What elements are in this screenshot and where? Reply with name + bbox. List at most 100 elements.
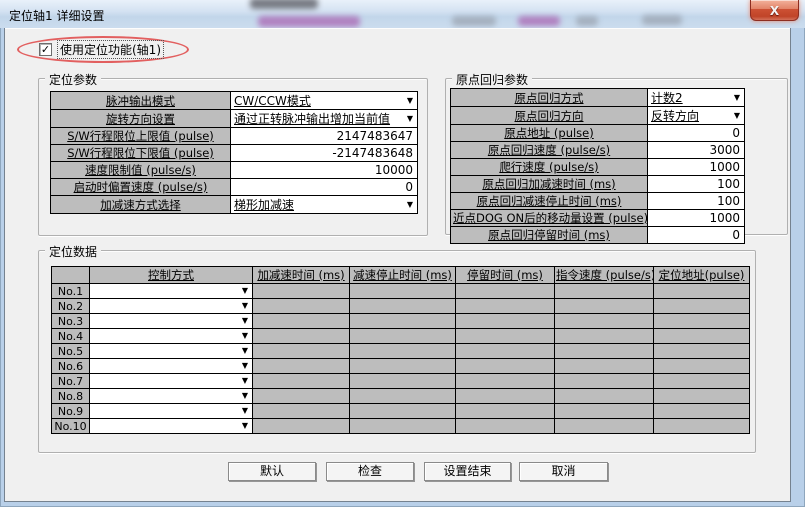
row-number-cell: No.5 [52, 344, 90, 359]
data-cell-disabled [555, 419, 654, 434]
data-cell-disabled [350, 374, 456, 389]
row-number-cell: No.1 [52, 284, 90, 299]
param-row: 原点回归速度 (pulse/s)3000 [451, 142, 745, 159]
param-dropdown[interactable]: 反转方向▼ [648, 107, 745, 125]
chevron-down-icon: ▼ [242, 316, 248, 325]
param-value-field[interactable]: -2147483648 [231, 145, 418, 162]
row-number-cell: No.7 [52, 374, 90, 389]
param-value-field[interactable]: 0 [648, 227, 745, 244]
data-cell-disabled [350, 419, 456, 434]
data-cell-disabled [350, 344, 456, 359]
param-value-field[interactable]: 2147483647 [231, 128, 418, 145]
control-method-dropdown[interactable]: ▼ [90, 419, 253, 434]
param-dropdown[interactable]: 通过正转脉冲输出增加当前值▼ [231, 110, 418, 128]
positioning-data-group: 定位数据 控制方式加减速时间 (ms)减速停止时间 (ms)停留时间 (ms)指… [38, 250, 756, 453]
data-cell-disabled [253, 404, 350, 419]
positioning-data-group-title: 定位数据 [45, 243, 101, 260]
check-button[interactable]: 检查 [326, 462, 414, 481]
param-row: 启动时偏置速度 (pulse/s)0 [51, 179, 418, 196]
corner-header-cell [52, 267, 90, 284]
positioning-params-group: 定位参数 脉冲输出模式CW/CCW模式▼旋转方向设置通过正转脉冲输出增加当前值▼… [38, 78, 428, 236]
data-cell-disabled [555, 284, 654, 299]
control-method-dropdown[interactable]: ▼ [90, 299, 253, 314]
data-cell-disabled [350, 329, 456, 344]
default-button[interactable]: 默认 [228, 462, 316, 481]
param-row: 原点地址 (pulse)0 [451, 125, 745, 142]
data-cell-disabled [350, 284, 456, 299]
chevron-down-icon: ▼ [407, 114, 413, 123]
data-cell-disabled [654, 404, 750, 419]
param-value-field[interactable]: 100 [648, 176, 745, 193]
data-cell-disabled [555, 329, 654, 344]
data-cell-disabled [654, 344, 750, 359]
param-label: 速度限制值 (pulse/s) [51, 162, 231, 179]
param-dropdown[interactable]: CW/CCW模式▼ [231, 92, 418, 110]
title-bar[interactable]: 定位轴1 详细设置 X [0, 0, 805, 28]
param-dropdown[interactable]: 梯形加减速▼ [231, 196, 418, 214]
param-value-field[interactable]: 3000 [648, 142, 745, 159]
param-value-field[interactable]: 100 [648, 193, 745, 210]
data-cell-disabled [654, 389, 750, 404]
data-cell-disabled [654, 284, 750, 299]
cancel-button[interactable]: 取消 [519, 462, 608, 481]
control-method-dropdown[interactable]: ▼ [90, 374, 253, 389]
param-value-field[interactable]: 0 [648, 125, 745, 142]
control-method-dropdown[interactable]: ▼ [90, 329, 253, 344]
data-cell-disabled [350, 314, 456, 329]
data-cell-disabled [350, 404, 456, 419]
data-cell-disabled [456, 329, 555, 344]
chevron-down-icon: ▼ [242, 406, 248, 415]
chevron-down-icon: ▼ [242, 331, 248, 340]
param-dropdown[interactable]: 计数2▼ [648, 89, 745, 107]
column-header: 加减速时间 (ms) [253, 267, 350, 284]
finish-setting-button[interactable]: 设置结束 [424, 462, 511, 481]
param-value-field[interactable]: 0 [231, 179, 418, 196]
data-cell-disabled [456, 314, 555, 329]
data-cell-disabled [350, 299, 456, 314]
data-row: No.7 ▼ [52, 374, 750, 389]
control-method-dropdown[interactable]: ▼ [90, 404, 253, 419]
data-cell-disabled [350, 359, 456, 374]
titlebar-background-blob [518, 16, 560, 26]
data-cell-disabled [555, 374, 654, 389]
param-label: 原点地址 (pulse) [451, 125, 648, 142]
control-method-dropdown[interactable]: ▼ [90, 389, 253, 404]
control-method-dropdown[interactable]: ▼ [90, 359, 253, 374]
data-cell-disabled [253, 359, 350, 374]
param-label: 原点回归停留时间 (ms) [451, 227, 648, 244]
origin-return-params-group: 原点回归参数 原点回归方式计数2▼原点回归方向反转方向▼原点地址 (pulse)… [445, 78, 788, 235]
data-row: No.8▼ [52, 389, 750, 404]
control-method-dropdown[interactable]: ▼ [90, 344, 253, 359]
row-number-cell: No.3 [52, 314, 90, 329]
param-row: 原点回归停留时间 (ms)0 [451, 227, 745, 244]
param-row: 爬行速度 (pulse/s)1000 [451, 159, 745, 176]
titlebar-background-blob [452, 16, 496, 26]
param-row: 脉冲输出模式CW/CCW模式▼ [51, 92, 418, 110]
data-cell-disabled [555, 299, 654, 314]
data-cell-disabled [350, 389, 456, 404]
use-positioning-checkbox-row: ✓ 使用定位功能(轴1) [39, 41, 164, 57]
use-positioning-checkbox[interactable]: ✓ [39, 43, 52, 56]
dialog-client-area: ✓ 使用定位功能(轴1) 定位参数 脉冲输出模式CW/CCW模式▼旋转方向设置通… [4, 28, 791, 502]
close-button[interactable]: X [750, 0, 799, 21]
param-row: 加减速方式选择梯形加减速▼ [51, 196, 418, 214]
control-method-dropdown[interactable]: ▼ [90, 284, 253, 299]
param-label: 旋转方向设置 [51, 110, 231, 128]
data-cell-disabled [253, 374, 350, 389]
data-cell-disabled [253, 314, 350, 329]
param-label: S/W行程限位下限值 (pulse) [51, 145, 231, 162]
chevron-down-icon: ▼ [242, 376, 248, 385]
param-value-field[interactable]: 1000 [648, 159, 745, 176]
column-header: 指令速度 (pulse/s) [555, 267, 654, 284]
param-row: 旋转方向设置通过正转脉冲输出增加当前值▼ [51, 110, 418, 128]
param-value-field[interactable]: 10000 [231, 162, 418, 179]
data-cell-disabled [253, 284, 350, 299]
data-row: No.4▼ [52, 329, 750, 344]
param-label: 原点回归减速停止时间 (ms) [451, 193, 648, 210]
data-cell-disabled [253, 299, 350, 314]
param-row: 近点DOG ON后的移动量设置 (pulse)1000 [451, 210, 745, 227]
control-method-dropdown[interactable]: ▼ [90, 314, 253, 329]
data-cell-disabled [654, 314, 750, 329]
row-number-cell: No.6 [52, 359, 90, 374]
param-value-field[interactable]: 1000 [648, 210, 745, 227]
